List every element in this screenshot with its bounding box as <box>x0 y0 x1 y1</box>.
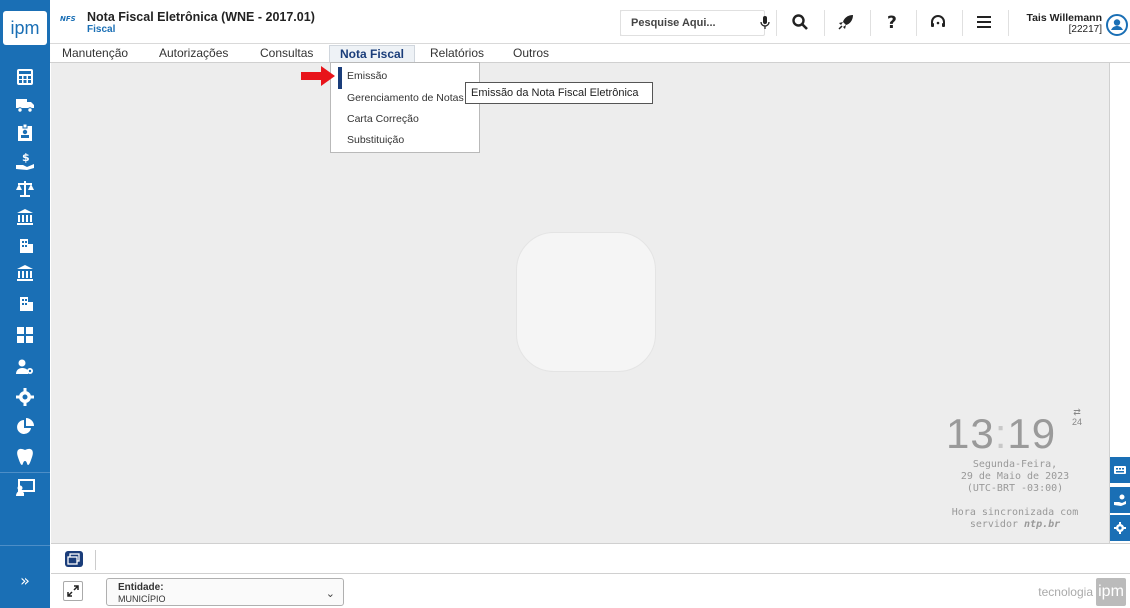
user-name[interactable]: Tais Willemann <box>1026 12 1102 24</box>
menu-consultas[interactable]: Consultas <box>258 45 315 62</box>
presentation-icon[interactable] <box>13 477 37 499</box>
calculator-icon[interactable] <box>13 66 37 88</box>
nfse-badge-icon: NFS <box>60 15 76 23</box>
sync-server: ntp.br <box>1024 519 1061 530</box>
badge-icon[interactable] <box>13 122 37 144</box>
clock-format-toggle[interactable]: ⇄ 24 <box>1072 407 1082 427</box>
microphone-icon[interactable] <box>746 8 784 36</box>
menu-relatorios[interactable]: Relatórios <box>428 45 486 62</box>
hand-coin-icon[interactable] <box>1110 487 1130 513</box>
ipm-logo[interactable]: ipm <box>3 11 47 45</box>
windows-icon[interactable] <box>65 551 83 567</box>
header-divider <box>962 10 963 36</box>
clock-timezone: (UTC-BRT -03:00) <box>966 483 1064 494</box>
clock-hours: 13 <box>946 410 995 457</box>
settings-gear-icon[interactable] <box>1110 515 1130 541</box>
menu-nota-fiscal[interactable]: Nota Fiscal <box>329 45 416 62</box>
brand-footer: tecnologia ipm <box>1038 578 1126 606</box>
menu-outros[interactable]: Outros <box>511 45 551 62</box>
clock-weekday: Segunda-Feira, <box>972 459 1058 470</box>
dropdown-item-carta-correcao[interactable]: Carta Correção <box>347 113 419 125</box>
watermark-logo <box>516 232 656 372</box>
brand-logo: ipm <box>1096 578 1126 606</box>
header-divider <box>870 10 871 36</box>
hamburger-menu-icon[interactable] <box>965 8 1003 36</box>
top-header: NFS Nota Fiscal Eletrônica (WNE - 2017.0… <box>50 0 1130 44</box>
dropdown-item-emissao[interactable]: Emissão <box>347 70 387 82</box>
menu-autorizacoes[interactable]: Autorizações <box>157 45 230 62</box>
user-id: [22217] <box>1068 24 1102 35</box>
buildings-icon[interactable] <box>13 234 37 256</box>
search-icon[interactable] <box>781 8 819 36</box>
menu-manutencao[interactable]: Manutenção <box>60 45 130 62</box>
dropdown-item-substituicao[interactable]: Substituição <box>347 134 404 146</box>
app-title: Nota Fiscal Eletrônica (WNE - 2017.01) <box>87 10 315 24</box>
entity-value: MUNICÍPIO <box>118 594 166 604</box>
app-root: ipm $ » NFS Nota Fiscal Eletrônica (WNE … <box>0 0 1130 608</box>
active-item-marker <box>338 67 342 89</box>
search-input[interactable] <box>621 11 764 35</box>
clock-format-label: 24 <box>1072 417 1083 427</box>
gear-icon[interactable] <box>13 386 37 408</box>
header-divider <box>824 10 825 36</box>
spreadsheet-icon[interactable] <box>13 324 37 346</box>
fullscreen-button[interactable] <box>63 581 83 601</box>
header-divider <box>1008 10 1009 36</box>
sidebar-divider-bottom <box>0 545 50 546</box>
help-icon[interactable]: ? <box>873 8 911 36</box>
clock-sync-line2: servidor ntp.br <box>940 519 1090 530</box>
header-divider <box>916 10 917 36</box>
emissao-tooltip: Emissão da Nota Fiscal Eletrônica <box>465 82 653 104</box>
nota-fiscal-dropdown: Emissão Gerenciamento de Notas Carta Cor… <box>330 62 480 153</box>
chevron-down-icon: ⌄ <box>325 587 335 600</box>
brand-text: tecnologia <box>1038 585 1093 599</box>
buildings-2-icon[interactable] <box>13 292 37 314</box>
dropdown-item-gerenciamento[interactable]: Gerenciamento de Notas <box>347 92 464 104</box>
footer-bar: Entidade: MUNICÍPIO ⌄ tecnologia ipm <box>51 573 1130 608</box>
bank-icon[interactable] <box>13 206 37 228</box>
clock-colon: : <box>994 410 1008 457</box>
rocket-icon[interactable] <box>827 8 865 36</box>
swap-arrows-icon: ⇄ <box>1073 407 1081 417</box>
scale-icon[interactable] <box>13 178 37 200</box>
svg-text:?: ? <box>887 13 897 31</box>
main-menu-bar: Manutenção Autorizações Consultas Nota F… <box>50 44 1130 62</box>
red-arrow-icon <box>300 66 336 86</box>
sidebar-divider <box>0 472 50 473</box>
svg-text:$: $ <box>22 151 30 164</box>
expand-sidebar-button[interactable]: » <box>0 566 50 596</box>
bank-2-icon[interactable] <box>13 262 37 284</box>
clock-display: 13:19 <box>946 410 1056 458</box>
clock-date: 29 de Maio de 2023 <box>960 471 1070 482</box>
money-hand-icon[interactable]: $ <box>13 150 37 172</box>
user-gear-icon[interactable] <box>13 356 37 378</box>
clock-minutes: 19 <box>1007 410 1057 457</box>
header-divider <box>776 10 777 36</box>
headset-icon[interactable] <box>919 8 957 36</box>
entity-select[interactable]: Entidade: MUNICÍPIO ⌄ <box>106 578 344 606</box>
tooth-icon[interactable] <box>13 446 37 468</box>
tabs-divider <box>95 550 96 570</box>
app-subtitle: Fiscal <box>87 24 116 35</box>
fullscreen-icon <box>67 585 79 597</box>
truck-icon[interactable] <box>13 94 37 116</box>
window-tabs-bar <box>51 543 1130 573</box>
pie-chart-icon[interactable] <box>13 416 37 438</box>
keyboard-icon[interactable] <box>1110 457 1130 483</box>
search-box <box>620 10 765 36</box>
clock-sync-line1: Hora sincronizada com <box>951 507 1079 518</box>
left-sidebar: ipm $ » <box>0 0 50 608</box>
entity-label: Entidade: <box>118 582 164 593</box>
user-avatar-icon[interactable] <box>1106 14 1128 36</box>
sync-prefix: servidor <box>969 519 1018 530</box>
